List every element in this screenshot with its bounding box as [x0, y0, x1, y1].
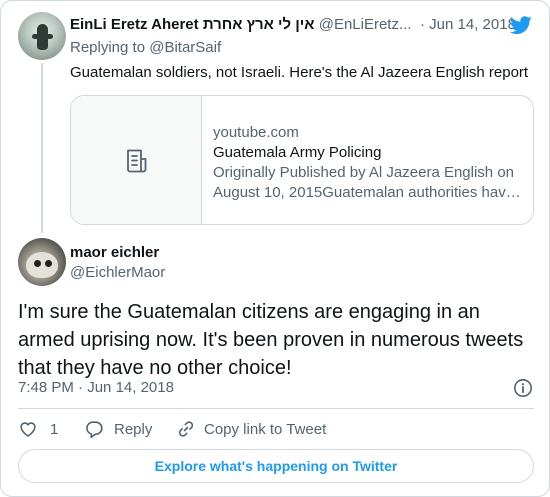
copy-link-label: Copy link to Tweet	[204, 421, 327, 438]
tweet-text: I'm sure the Guatemalan citizens are eng…	[18, 301, 524, 379]
reply-button[interactable]: Reply	[84, 419, 164, 441]
like-count: 1	[50, 421, 59, 438]
twitter-bird-icon[interactable]	[509, 14, 533, 36]
parent-tweet[interactable]: EinLi Eretz Aheret אין לי ארץ אחרת @EnLi…	[1, 1, 549, 233]
card-title: Guatemala Army Policing	[213, 144, 382, 161]
info-icon[interactable]	[513, 378, 533, 398]
link-icon	[178, 421, 194, 437]
author-name[interactable]: EinLi Eretz Aheret אין לי ארץ אחרת	[70, 16, 315, 33]
parent-tweet-header: EinLi Eretz Aheret אין לי ארץ אחרת @EnLi…	[70, 16, 535, 36]
explore-twitter-button[interactable]: Explore what's happening on Twitter	[18, 449, 534, 483]
author-name[interactable]: maor eichler	[70, 244, 159, 261]
separator-dot: ·	[420, 16, 425, 33]
replying-to: Replying to @BitarSaif	[70, 39, 221, 56]
card-body: youtube.com Guatemala Army Policing Orig…	[213, 123, 523, 203]
tweet-date[interactable]: Jun 14, 2018	[87, 379, 174, 396]
avatar[interactable]	[18, 12, 66, 60]
copy-link-button[interactable]: Copy link to Tweet	[176, 419, 336, 441]
card-domain: youtube.com	[213, 124, 299, 141]
author-handle[interactable]: @EnLiEretz...	[319, 16, 412, 33]
replying-prefix: Replying to	[70, 39, 146, 56]
divider	[18, 408, 534, 409]
replying-mention-link[interactable]: @BitarSaif	[149, 39, 221, 56]
embedded-tweet: EinLi Eretz Aheret אין לי ארץ אחרת @EnLi…	[0, 0, 550, 497]
parent-tweet-text: Guatemalan soldiers, not Israeli. Here's…	[70, 64, 529, 81]
tweet-date[interactable]: Jun 14, 2018	[429, 16, 516, 33]
heart-icon	[20, 422, 36, 437]
reply-label: Reply	[114, 421, 153, 438]
link-preview-card[interactable]: youtube.com Guatemala Army Policing Orig…	[70, 95, 534, 225]
avatar[interactable]	[18, 238, 66, 286]
card-thumbnail	[71, 96, 202, 224]
tweet-time[interactable]: 7:48 PM	[18, 379, 74, 396]
author-handle[interactable]: @EichlerMaor	[70, 264, 165, 281]
like-button[interactable]: 1	[18, 419, 68, 441]
card-description: Originally Published by Al Jazeera Engli…	[213, 164, 521, 201]
document-icon	[127, 149, 147, 173]
reply-icon	[86, 421, 103, 438]
separator-dot: ·	[78, 379, 84, 396]
tweet-timestamp[interactable]: 7:48 PM · Jun 14, 2018	[18, 379, 174, 396]
thread-connector	[41, 63, 43, 233]
